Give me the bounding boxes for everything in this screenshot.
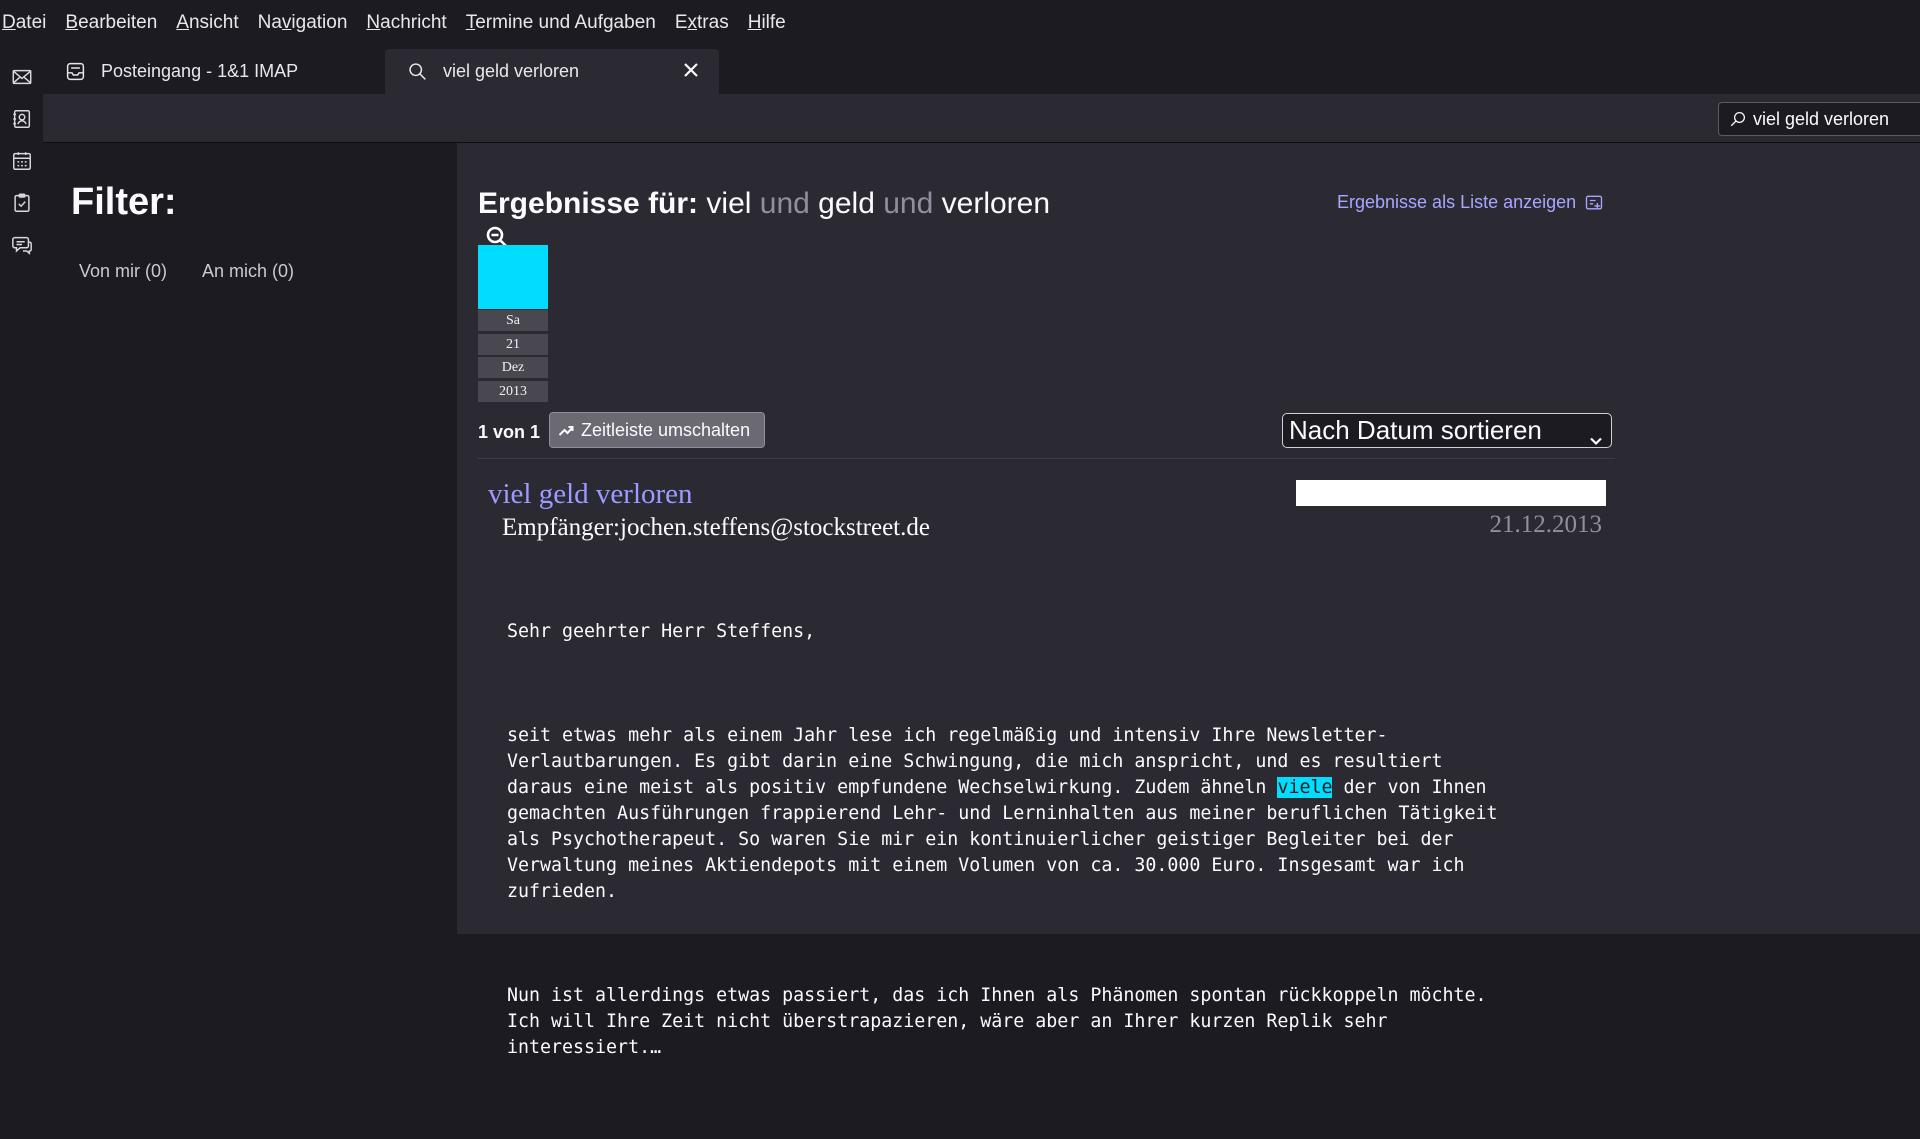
toggle-timeline-label: Zeitleiste umschalten [581, 419, 751, 440]
search-term: verloren [941, 187, 1051, 220]
tab-inbox-label: Posteingang - 1&1 IMAP [101, 61, 299, 81]
menu-nachricht[interactable]: Nachricht [366, 12, 446, 34]
search-icon [407, 61, 429, 83]
result-date: 21.12.2013 [1489, 511, 1603, 538]
inbox-icon [65, 61, 87, 83]
timeline-month: Dez [478, 357, 548, 378]
result-count: 1 von 1 [478, 422, 541, 442]
mail-toolbar: viel geld verloren [43, 94, 1920, 143]
filter-from-me[interactable]: Von mir (0) [79, 261, 167, 282]
search-term: geld [818, 187, 875, 220]
search-conjunction: und [759, 187, 810, 220]
tab-strip: Posteingang - 1&1 IMAP viel geld verlore… [43, 46, 1920, 94]
results-pane: Ergebnisse für: viel und geld und verlor… [457, 143, 1920, 1058]
snippet-paragraph: seit etwas mehr als einem Jahr lese ich … [507, 725, 1498, 902]
divider [478, 458, 1615, 459]
menu-extras[interactable]: Extras [675, 12, 729, 34]
filter-to-me[interactable]: An mich (0) [202, 261, 294, 282]
close-icon[interactable] [681, 60, 703, 82]
timeline-bar[interactable] [478, 245, 548, 309]
address-book-icon[interactable] [8, 105, 35, 132]
quick-search-input[interactable]: viel geld verloren [1718, 102, 1920, 136]
search-conjunction: und [883, 187, 934, 220]
menu-ansicht[interactable]: Ansicht [176, 12, 238, 34]
result-subject-link[interactable]: viel geld verloren [488, 478, 693, 511]
tasks-icon[interactable] [8, 189, 35, 216]
menu-bar: Datei Bearbeiten Ansicht Navigation Nach… [0, 0, 1920, 46]
results-heading-label: Ergebnisse für: [478, 187, 699, 220]
results-heading: Ergebnisse für: viel und geld und verlor… [478, 187, 1050, 221]
timeline-weekday: Sa [478, 310, 548, 331]
result-tag-box [1296, 480, 1606, 506]
toggle-timeline-button[interactable]: Zeitleiste umschalten [549, 412, 765, 448]
chevron-down-icon [1589, 424, 1603, 446]
result-snippet: Sehr geehrter Herr Steffens, seit etwas … [507, 567, 1627, 1139]
filter-pane: Filter: Von mir (0) An mich (0) [43, 143, 456, 934]
open-list-icon [1585, 195, 1603, 209]
spaces-toolbar [0, 46, 44, 934]
show-as-list-label: Ergebnisse als Liste anzeigen [1337, 192, 1577, 212]
timeline-year: 2013 [478, 381, 548, 402]
timeline-day: 21 [478, 334, 548, 355]
search-icon [1730, 111, 1746, 127]
calendar-icon[interactable] [8, 147, 35, 174]
menu-hilfe[interactable]: Hilfe [748, 12, 786, 34]
tab-search-results[interactable]: viel geld verloren [385, 49, 719, 94]
mail-icon[interactable] [8, 63, 35, 90]
sort-select[interactable]: Nach Datum sortieren [1282, 413, 1612, 448]
search-term: viel [706, 187, 752, 220]
quick-search-value: viel geld verloren [1753, 108, 1890, 129]
snippet-paragraph: Nun ist allerdings etwas passiert, das i… [507, 985, 1487, 1058]
tab-search-label: viel geld verloren [443, 61, 580, 81]
menu-termine[interactable]: Termine und Aufgaben [466, 12, 656, 34]
result-recipient: Empfänger:jochen.steffens@stockstreet.de [502, 514, 930, 541]
menu-bearbeiten[interactable]: Bearbeiten [65, 12, 157, 34]
menu-datei[interactable]: Datei [2, 12, 46, 34]
chat-icon[interactable] [8, 231, 35, 258]
search-highlight: viele [1277, 777, 1333, 798]
sort-select-value: Nach Datum sortieren [1289, 415, 1542, 445]
menu-navigation[interactable]: Navigation [258, 12, 348, 34]
trend-icon [558, 426, 574, 436]
show-as-list-link[interactable]: Ergebnisse als Liste anzeigen [1337, 192, 1604, 213]
tab-inbox[interactable]: Posteingang - 1&1 IMAP [43, 49, 385, 94]
snippet-greeting: Sehr geehrter Herr Steffens, [507, 621, 816, 642]
filter-title: Filter: [71, 181, 177, 223]
